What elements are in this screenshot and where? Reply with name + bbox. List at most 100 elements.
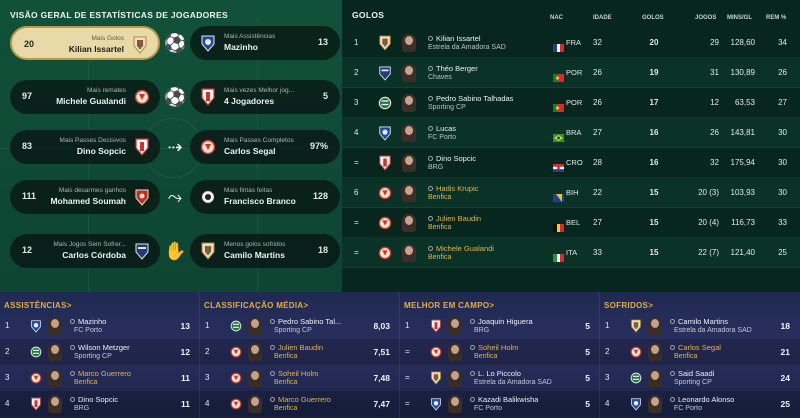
player-name[interactable]: Marco Guerrero	[270, 395, 331, 404]
player-club-name[interactable]: Estrela da Amadora SAD	[674, 327, 752, 334]
player-club-name[interactable]: Estrela da Amadora SAD	[428, 44, 506, 51]
player-name[interactable]: Soheil Holm	[270, 369, 318, 378]
nation-flag-icon	[553, 129, 564, 142]
col-header-nat[interactable]: NAC	[550, 15, 563, 21]
player-club-name[interactable]: Sporting CP	[428, 104, 466, 111]
section-title-link[interactable]: SOFRIDOS>	[604, 301, 653, 310]
player-club-name[interactable]: Benfica	[428, 194, 451, 201]
player-club-name[interactable]: Estrela da Amadora SAD	[474, 379, 552, 386]
player-club-name[interactable]: BRG	[74, 405, 89, 412]
col-header-apps[interactable]: JOGOS	[695, 15, 716, 21]
club-crest-icon	[200, 88, 216, 106]
leaderboard-row[interactable]: 2 Julien Baudin Benfica 7,51	[200, 339, 400, 365]
leaderboard-row[interactable]: 4 Dino Sopcic BRG 11	[0, 391, 200, 417]
stat-card-right[interactable]: 13 Mais Assistências Mazinho	[190, 26, 340, 60]
goals-table-row[interactable]: = Julien Baudin Benfica BEL 27 15 20 (4) 116,73…	[342, 208, 800, 238]
section-title-link[interactable]: ASSISTÊNCIAS>	[4, 301, 72, 310]
leaderboard-row[interactable]: 2 Carlos Segal Benfica 21	[600, 339, 800, 365]
player-club-name[interactable]: Benfica	[74, 379, 97, 386]
player-name[interactable]: Leonardo Alonso	[670, 395, 734, 404]
player-club-name[interactable]: BRG	[474, 327, 489, 334]
leaderboard-row[interactable]: 2 Wilson Metzger Sporting CP 12	[0, 339, 200, 365]
leaderboard-row[interactable]: = Kazadi Balikwisha FC Porto 5	[400, 391, 600, 417]
leaderboard-row[interactable]: 4 Leonardo Alonso FC Porto 25	[600, 391, 800, 417]
col-header-shot-pct[interactable]: REM %	[766, 15, 786, 21]
player-club-name[interactable]: FC Porto	[674, 405, 702, 412]
row-position: 1	[405, 321, 410, 330]
goals-table-row[interactable]: 6 Hadis Krupic Benfica BIH 22 15 20 (3) 103,93 3…	[342, 178, 800, 208]
stat-card-right[interactable]: 97% Mais Passes Completos Carlos Segal	[190, 130, 340, 164]
player-club-name[interactable]: Sporting CP	[274, 327, 312, 334]
player-club-name[interactable]: Chaves	[428, 74, 452, 81]
club-crest-icon	[378, 185, 392, 201]
col-header-goals[interactable]: GOLOS	[642, 15, 664, 21]
player-name[interactable]: Dino Sopcic	[70, 395, 118, 404]
player-name[interactable]: Kilian Issartel	[428, 34, 481, 43]
player-club-name[interactable]: Benfica	[274, 379, 297, 386]
goals-table-row[interactable]: 3 Pedro Sabino Talhadas Sporting CP POR 26 17…	[342, 88, 800, 118]
player-name[interactable]: Lucas	[428, 124, 456, 133]
player-club-name[interactable]: Benfica	[274, 353, 297, 360]
player-name[interactable]: Pedro Sabino Tal...	[270, 317, 341, 326]
player-name[interactable]: Camilo Martins	[670, 317, 728, 326]
goals-table-row[interactable]: 2 Théo Berger Chaves POR 26 19 31 130,89 26	[342, 58, 800, 88]
leaderboard-row[interactable]: = L. Lo Piccolo Estrela da Amadora SAD 5	[400, 365, 600, 391]
player-name[interactable]: Soheil Holm	[470, 343, 518, 352]
section-title-link[interactable]: MELHOR EM CAMPO>	[404, 301, 494, 310]
player-name[interactable]: Michele Gualandi	[428, 244, 494, 253]
goals-table-row[interactable]: 1 Kilian Issartel Estrela da Amadora SAD FR…	[342, 28, 800, 58]
player-name[interactable]: Wilson Metzger	[70, 343, 130, 352]
col-header-mins-per-goal[interactable]: MINS/GL	[727, 15, 752, 21]
player-club-name[interactable]: Benfica	[474, 353, 497, 360]
player-club-name[interactable]: Benfica	[274, 405, 297, 412]
average-rating-section: CLASSIFICAÇÃO MÉDIA> 1 Pedro Sabino Tal...…	[200, 292, 400, 418]
player-club-name[interactable]: BRG	[428, 164, 443, 171]
player-name[interactable]: Marco Guerrero	[70, 369, 131, 378]
player-name[interactable]: Mazinho	[70, 317, 106, 326]
player-club-name[interactable]: Sporting CP	[74, 353, 112, 360]
stat-card-right[interactable]: 5 Mais vezes Melhor jog... 4 Jogadores	[190, 80, 340, 114]
player-name[interactable]: Joaquin Higuera	[470, 317, 533, 326]
player-name[interactable]: Julien Baudin	[428, 214, 481, 223]
section-title-link[interactable]: CLASSIFICAÇÃO MÉDIA>	[204, 301, 308, 310]
player-club-name[interactable]: FC Porto	[474, 405, 502, 412]
player-club-name[interactable]: Sporting CP	[674, 379, 712, 386]
player-name[interactable]: Hadis Krupic	[428, 184, 479, 193]
leaderboard-row[interactable]: 3 Marco Guerrero Benfica 11	[0, 365, 200, 391]
stat-card-right[interactable]: 128 Mais fintas feitas Francisco Branco	[190, 180, 340, 214]
player-club-name[interactable]: Benfica	[674, 353, 697, 360]
goals-title[interactable]: GOLOS	[352, 10, 384, 20]
leaderboard-row[interactable]: 1 Camilo Martins Estrela da Amadora SAD 18	[600, 313, 800, 339]
player-name[interactable]: Said Saadi	[670, 369, 714, 378]
leaderboard-row[interactable]: 1 Pedro Sabino Tal... Sporting CP 8,03	[200, 313, 400, 339]
stat-card-left[interactable]: 20 Mais Golos Kilian Issartel	[10, 26, 160, 60]
player-name[interactable]: Kazadi Balikwisha	[470, 395, 538, 404]
player-name[interactable]: Carlos Segal	[670, 343, 721, 352]
player-name[interactable]: Dino Sopcic	[428, 154, 476, 163]
leaderboard-row[interactable]: 3 Soheil Holm Benfica 7,48	[200, 365, 400, 391]
player-name[interactable]: Théo Berger	[428, 64, 478, 73]
player-name[interactable]: Julien Baudin	[270, 343, 323, 352]
player-club-name[interactable]: FC Porto	[428, 134, 456, 141]
leaderboard-row[interactable]: = Soheil Holm Benfica 5	[400, 339, 600, 365]
player-club-name[interactable]: Benfica	[428, 224, 451, 231]
player-name-text: Mazinho	[78, 317, 107, 326]
leaderboard-row[interactable]: 4 Marco Guerrero Benfica 7,47	[200, 391, 400, 417]
player-club-name[interactable]: Benfica	[428, 254, 451, 261]
stat-card-left[interactable]: 111 Mais desarmes ganhos Mohamed Soumah	[10, 180, 160, 214]
leaderboard-row[interactable]: 3 Said Saadi Sporting CP 24	[600, 365, 800, 391]
goals-table-row[interactable]: = Dino Sopcic BRG CRO 28 16 32 175,94 30	[342, 148, 800, 178]
player-info-icon	[428, 126, 433, 131]
stat-card-left[interactable]: 97 Mais remates Michele Gualandi	[10, 80, 160, 114]
player-name[interactable]: Pedro Sabino Talhadas	[428, 94, 513, 103]
col-header-age[interactable]: IDADE	[593, 15, 612, 21]
goals-table-row[interactable]: 4 Lucas FC Porto BRA 27 16 26 143,81 30	[342, 118, 800, 148]
leaderboard-row[interactable]: 1 Joaquin Higuera BRG 5	[400, 313, 600, 339]
stat-card-left[interactable]: 83 Mais Passes Decisivos Dino Sopcic	[10, 130, 160, 164]
stat-card-right[interactable]: 18 Menos golos sofridos Camilo Martins	[190, 234, 340, 268]
player-name[interactable]: L. Lo Piccolo	[470, 369, 521, 378]
leaderboard-row[interactable]: 1 Mazinho FC Porto 13	[0, 313, 200, 339]
player-club-name[interactable]: FC Porto	[74, 327, 102, 334]
goals-table-row[interactable]: = Michele Gualandi Benfica ITA 33 15 22 (7) 121…	[342, 238, 800, 268]
stat-card-left[interactable]: 12 Mais Jogos Sem Sofrer... Carlos Córdoba	[10, 234, 160, 268]
